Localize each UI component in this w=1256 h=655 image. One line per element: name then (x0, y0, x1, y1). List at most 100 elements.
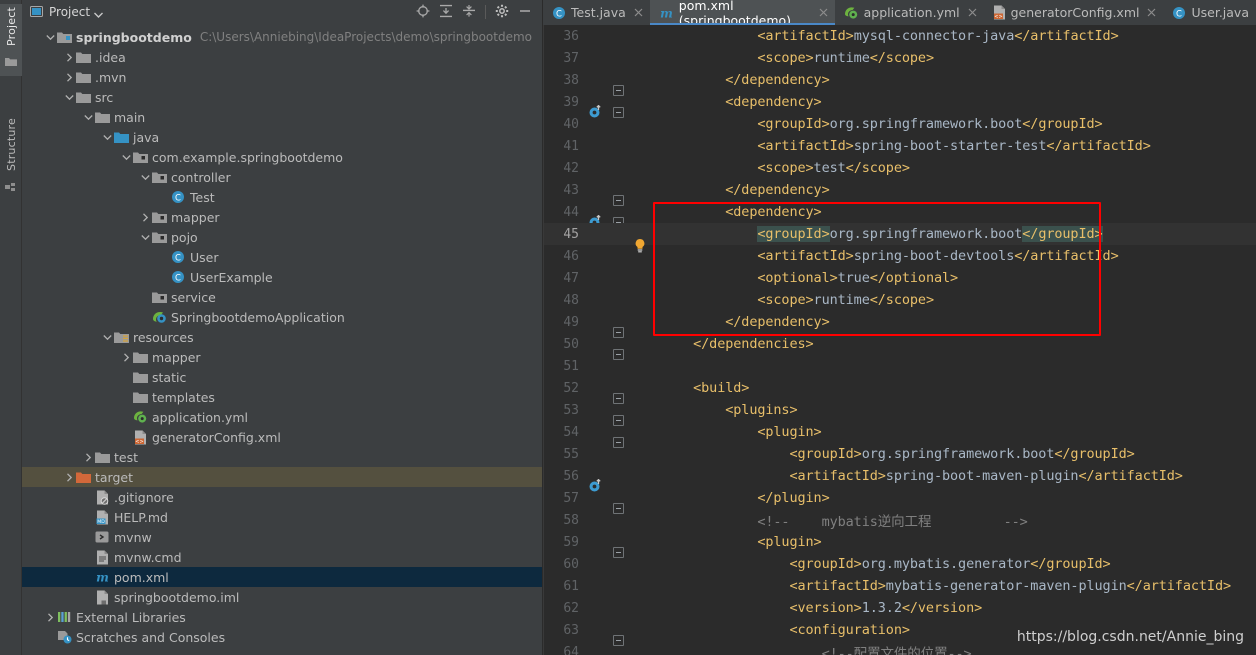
code-line[interactable]: 62 <version>1.3.2</version> (543, 597, 1256, 619)
code-line[interactable]: 58 <!-- mybatis逆向工程 --> (543, 509, 1256, 531)
locate-icon[interactable] (416, 3, 430, 22)
code-text[interactable]: <artifactId>spring-boot-starter-test</ar… (655, 138, 1256, 154)
chevron-down-icon[interactable] (120, 147, 132, 167)
code-text[interactable]: </dependency> (655, 314, 1256, 330)
code-line[interactable]: 43 </dependency> (543, 179, 1256, 206)
chevron-right-icon[interactable] (63, 67, 75, 87)
tree-node-application-yml[interactable]: application.yml (22, 407, 542, 427)
editor-tab-user-java[interactable]: C User.java (1163, 0, 1256, 25)
code-text[interactable]: <groupId>org.springframework.boot</group… (655, 116, 1256, 132)
tree-node-generatorconfig-xml[interactable]: <> generatorConfig.xml (22, 427, 542, 447)
code-text[interactable]: <artifactId>spring-boot-maven-plugin</ar… (655, 468, 1256, 484)
tree-node-templates[interactable]: templates (22, 387, 542, 407)
close-icon[interactable] (819, 8, 828, 17)
chevron-down-icon[interactable] (101, 127, 113, 147)
tree-node-mvnw[interactable]: mvnw (22, 527, 542, 547)
editor-tab-bar[interactable]: C Test.java m pom.xml (springbootdemo) appli… (543, 0, 1256, 28)
code-text[interactable]: </dependency> (655, 72, 1256, 88)
chevron-down-icon[interactable] (82, 107, 94, 127)
code-text[interactable]: </dependencies> (655, 336, 1256, 352)
tree-node-resources[interactable]: resources (22, 327, 542, 347)
code-line[interactable]: 54 <plugin> (543, 421, 1256, 448)
close-icon[interactable] (968, 8, 977, 17)
chevron-right-icon[interactable] (139, 207, 151, 227)
code-text[interactable]: <plugins> (655, 402, 1256, 418)
tree-node-java[interactable]: java (22, 127, 542, 147)
chevron-right-icon[interactable] (120, 347, 132, 367)
code-line[interactable]: 36 <artifactId>mysql-connector-java</art… (543, 25, 1256, 47)
code-text[interactable]: <plugin> (655, 424, 1256, 440)
editor-tab-pom-xml-springbootdemo[interactable]: m pom.xml (springbootdemo) (649, 0, 835, 28)
code-line[interactable]: 37 <scope>runtime</scope> (543, 47, 1256, 69)
code-text[interactable]: <scope>runtime</scope> (655, 50, 1256, 66)
chevron-right-icon[interactable] (63, 47, 75, 67)
expand-all-icon[interactable] (439, 3, 453, 22)
editor-tab-application-yml[interactable]: application.yml (835, 0, 984, 25)
code-text[interactable]: <groupId>org.springframework.boot</group… (655, 446, 1256, 462)
tree-node-test[interactable]: test (22, 447, 542, 467)
tree-node-mvn[interactable]: .mvn (22, 67, 542, 87)
code-line[interactable]: 51 (543, 355, 1256, 377)
close-icon[interactable] (634, 8, 643, 17)
tree-node-static[interactable]: static (22, 367, 542, 387)
tree-node-user[interactable]: C User (22, 247, 542, 267)
close-icon[interactable] (1147, 8, 1156, 17)
tree-node-mvnw-cmd[interactable]: mvnw.cmd (22, 547, 542, 567)
editor-tab-test-java[interactable]: C Test.java (543, 0, 650, 25)
tree-node-scratches-and-consoles[interactable]: Scratches and Consoles (22, 627, 542, 647)
code-line[interactable]: 45 <groupId>org.springframework.boot</gr… (543, 223, 1256, 253)
editor-tab-generatorconfig-xml[interactable]: <> generatorConfig.xml (984, 0, 1164, 25)
code-line[interactable]: 60 <groupId>org.mybatis.generator</group… (543, 553, 1256, 575)
tree-node-src[interactable]: src (22, 87, 542, 107)
code-editor[interactable]: 36 <artifactId>mysql-connector-java</art… (543, 25, 1256, 655)
code-text[interactable]: <optional>true</optional> (655, 270, 1256, 286)
code-text[interactable]: <build> (655, 380, 1256, 396)
chevron-right-icon[interactable] (63, 467, 75, 487)
chevron-right-icon[interactable] (44, 607, 56, 627)
chevron-down-icon[interactable] (139, 167, 151, 187)
tree-node-test[interactable]: C Test (22, 187, 542, 207)
tree-node-springbootdemoapplication[interactable]: SpringbootdemoApplication (22, 307, 542, 327)
tree-node-main[interactable]: main (22, 107, 542, 127)
code-line[interactable]: 52 <build> (543, 377, 1256, 404)
code-text[interactable]: <groupId>org.springframework.boot</group… (655, 226, 1256, 242)
code-line[interactable]: 39 <dependency> (543, 91, 1256, 118)
code-line[interactable]: 59 <plugin> (543, 531, 1256, 558)
code-text[interactable]: <dependency> (655, 94, 1256, 110)
tree-node-external-libraries[interactable]: External Libraries (22, 607, 542, 627)
chevron-down-icon[interactable] (101, 327, 113, 347)
settings-gear-icon[interactable] (495, 3, 509, 22)
code-line[interactable]: 44 <dependency> (543, 201, 1256, 228)
tool-window-button-project[interactable]: Project (0, 4, 22, 77)
code-text[interactable]: <!-- mybatis逆向工程 --> (655, 510, 1256, 530)
code-line[interactable]: 46 <artifactId>spring-boot-devtools</art… (543, 245, 1256, 267)
tree-node-springbootdemo-iml[interactable]: springbootdemo.iml (22, 587, 542, 607)
code-text[interactable]: <artifactId>mysql-connector-java</artifa… (655, 28, 1256, 44)
code-text[interactable]: <version>1.3.2</version> (655, 600, 1256, 616)
code-text[interactable]: <artifactId>mybatis-generator-maven-plug… (655, 578, 1256, 594)
code-line[interactable]: 61 <artifactId>mybatis-generator-maven-p… (543, 575, 1256, 597)
chevron-right-icon[interactable] (82, 447, 94, 467)
hide-minimize-icon[interactable] (518, 3, 532, 22)
code-text[interactable]: <groupId>org.mybatis.generator</groupId> (655, 556, 1256, 572)
project-tree[interactable]: springbootdemo C:\Users\Anniebing\IdeaPro… (22, 24, 542, 655)
tree-node-springbootdemo[interactable]: springbootdemo C:\Users\Anniebing\IdeaPro… (22, 27, 542, 47)
code-text[interactable]: <dependency> (655, 204, 1256, 220)
tree-node-pom-xml[interactable]: m pom.xml (22, 567, 542, 587)
tree-node-userexample[interactable]: C UserExample (22, 267, 542, 287)
code-line[interactable]: 53 <plugins> (543, 399, 1256, 426)
code-line[interactable]: 38 </dependency> (543, 69, 1256, 96)
code-text[interactable]: <plugin> (655, 534, 1256, 550)
code-line[interactable]: 40 <groupId>org.springframework.boot</gr… (543, 113, 1256, 135)
tree-node-mapper[interactable]: mapper (22, 207, 542, 227)
tree-node-target[interactable]: target (22, 467, 542, 487)
code-line[interactable]: 57 </plugin> (543, 487, 1256, 514)
tree-node-controller[interactable]: controller (22, 167, 542, 187)
tree-node-service[interactable]: service (22, 287, 542, 307)
tree-node-pojo[interactable]: pojo (22, 227, 542, 247)
code-line[interactable]: 56 <artifactId>spring-boot-maven-plugin<… (543, 465, 1256, 492)
chevron-down-icon[interactable] (44, 27, 56, 47)
code-line[interactable]: 55 <groupId>org.springframework.boot</gr… (543, 443, 1256, 465)
tree-node-gitignore[interactable]: .gitignore (22, 487, 542, 507)
code-line[interactable]: 49 </dependency> (543, 311, 1256, 338)
